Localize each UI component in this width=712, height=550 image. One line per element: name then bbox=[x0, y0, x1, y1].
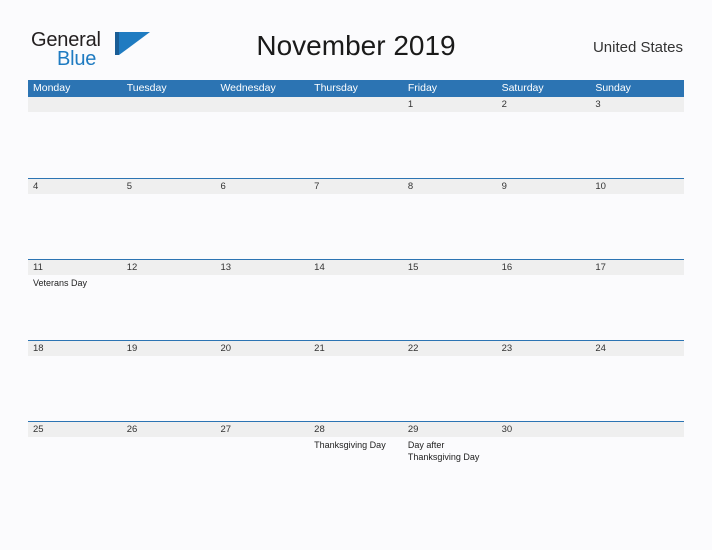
calendar-day-cell[interactable]: 30 bbox=[497, 422, 591, 502]
calendar-day-cell-empty bbox=[122, 97, 216, 178]
day-number: 30 bbox=[501, 424, 513, 435]
day-number: 26 bbox=[126, 424, 138, 435]
calendar-day-cell[interactable]: 26 bbox=[122, 422, 216, 502]
day-number: 22 bbox=[407, 343, 419, 354]
calendar-day-cell-empty bbox=[215, 97, 309, 178]
calendar-page: General Blue November 2019 United States… bbox=[0, 0, 712, 550]
calendar-day-cell[interactable]: 29 Day after Thanksgiving Day bbox=[403, 422, 497, 502]
weekday-header-monday: Monday bbox=[33, 82, 71, 94]
calendar-day-cell[interactable]: 25 bbox=[28, 422, 122, 502]
country-label: United States bbox=[592, 39, 683, 56]
calendar-day-cell[interactable]: 5 bbox=[122, 179, 216, 259]
calendar-week-row: 1 2 3 bbox=[28, 97, 684, 178]
calendar-day-cell[interactable]: 17 bbox=[590, 260, 684, 340]
calendar-week-row: 18 19 20 21 22 23 24 bbox=[28, 340, 684, 421]
weekday-header-friday: Friday bbox=[407, 82, 438, 94]
calendar-day-cell[interactable]: 22 bbox=[403, 341, 497, 421]
day-number: 3 bbox=[595, 99, 601, 110]
weekday-header-wednesday: Wednesday bbox=[220, 82, 276, 94]
day-number: 5 bbox=[126, 181, 133, 192]
calendar-grid: Monday Tuesday Wednesday Thursday Friday Satu… bbox=[28, 80, 684, 502]
calendar-day-cell[interactable]: 7 bbox=[309, 179, 403, 259]
calendar-day-cell[interactable]: 20 bbox=[215, 341, 309, 421]
day-number: 19 bbox=[126, 343, 138, 354]
calendar-day-cell[interactable]: 6 bbox=[215, 179, 309, 259]
day-number bbox=[314, 97, 403, 112]
weekday-header-sunday: Sunday bbox=[595, 82, 631, 94]
calendar-day-cell[interactable]: 28 Thanksgiving Day bbox=[309, 422, 403, 502]
day-number bbox=[595, 422, 684, 437]
day-number: 24 bbox=[595, 343, 606, 354]
day-number: 25 bbox=[33, 424, 44, 435]
day-number bbox=[33, 97, 122, 112]
calendar-day-cell[interactable]: 15 bbox=[403, 260, 497, 340]
day-number: 18 bbox=[33, 343, 44, 354]
day-number: 10 bbox=[595, 181, 606, 192]
day-number: 6 bbox=[220, 181, 226, 192]
day-number: 17 bbox=[595, 262, 606, 273]
day-number: 2 bbox=[501, 99, 507, 110]
calendar-day-cell[interactable]: 18 bbox=[28, 341, 122, 421]
day-number: 28 bbox=[314, 424, 325, 435]
weekday-header-saturday: Saturday bbox=[501, 82, 544, 94]
calendar-day-cell[interactable]: 24 bbox=[590, 341, 684, 421]
day-number: 29 bbox=[407, 424, 419, 435]
day-number: 4 bbox=[33, 181, 39, 192]
day-number: 1 bbox=[407, 99, 414, 110]
calendar-day-cell[interactable]: 1 bbox=[403, 97, 497, 178]
calendar-day-cell[interactable]: 2 bbox=[497, 97, 591, 178]
day-number: 12 bbox=[126, 262, 138, 273]
day-number bbox=[127, 97, 216, 112]
calendar-week-row: 25 26 27 28 Thanksgiving Day 29 Day after Than… bbox=[28, 421, 684, 502]
calendar-day-cell[interactable]: 21 bbox=[309, 341, 403, 421]
page-header: General Blue November 2019 United States bbox=[0, 0, 712, 80]
weekday-header-row: Monday Tuesday Wednesday Thursday Friday Satu… bbox=[28, 80, 684, 97]
day-number: 14 bbox=[314, 262, 325, 273]
calendar-day-cell[interactable]: 9 bbox=[497, 179, 591, 259]
day-number: 13 bbox=[220, 262, 232, 273]
calendar-day-cell[interactable]: 4 bbox=[28, 179, 122, 259]
day-number: 11 bbox=[33, 262, 43, 273]
calendar-day-cell-empty bbox=[309, 97, 403, 178]
calendar-day-cell[interactable]: 10 bbox=[590, 179, 684, 259]
calendar-day-cell[interactable]: 16 bbox=[497, 260, 591, 340]
day-number: 7 bbox=[314, 181, 320, 192]
calendar-week-row: 11 Veterans Day 12 13 14 15 16 17 bbox=[28, 259, 684, 340]
day-number: 15 bbox=[407, 262, 419, 273]
day-number: 8 bbox=[407, 181, 414, 192]
holiday-label: Thanksgiving Day bbox=[314, 440, 386, 450]
calendar-day-cell[interactable]: 19 bbox=[122, 341, 216, 421]
calendar-day-cell[interactable]: 14 bbox=[309, 260, 403, 340]
calendar-day-cell[interactable]: 27 bbox=[215, 422, 309, 502]
day-number: 27 bbox=[220, 424, 232, 435]
day-number: 20 bbox=[220, 343, 232, 354]
calendar-day-cell-empty bbox=[590, 422, 684, 502]
day-number: 21 bbox=[314, 343, 325, 354]
calendar-weeks: 1 2 3 4 5 6 7 8 9 10 11 Veterans Day 12 13 14 15 16 17 18 1… bbox=[28, 97, 684, 502]
calendar-day-cell[interactable]: 3 bbox=[590, 97, 684, 178]
day-number: 23 bbox=[501, 343, 513, 354]
calendar-day-cell[interactable]: 8 bbox=[403, 179, 497, 259]
holiday-label: Day after Thanksgiving Day bbox=[407, 440, 480, 462]
day-number: 16 bbox=[501, 262, 513, 273]
day-number bbox=[220, 97, 309, 112]
calendar-week-row: 4 5 6 7 8 9 10 bbox=[28, 178, 684, 259]
calendar-day-cell[interactable]: 12 bbox=[122, 260, 216, 340]
calendar-day-cell[interactable]: 11 Veterans Day bbox=[28, 260, 122, 340]
weekday-header-tuesday: Tuesday bbox=[126, 82, 167, 94]
holiday-label: Veterans Day bbox=[33, 278, 88, 288]
weekday-header-thursday: Thursday bbox=[314, 82, 358, 94]
calendar-day-cell[interactable]: 13 bbox=[215, 260, 309, 340]
day-number: 9 bbox=[501, 181, 507, 192]
calendar-day-cell-empty bbox=[28, 97, 122, 178]
calendar-day-cell[interactable]: 23 bbox=[497, 341, 591, 421]
